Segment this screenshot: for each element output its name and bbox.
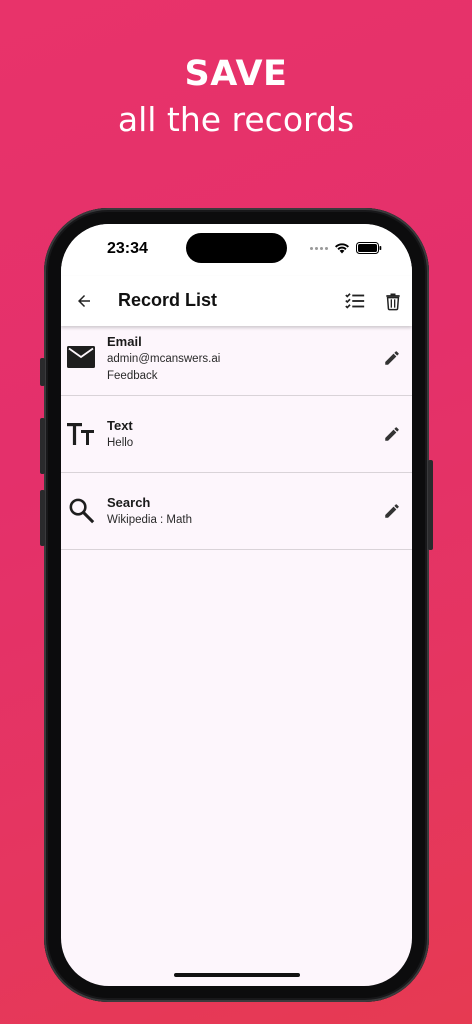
list-item[interactable]: Email admin@mcanswers.ai Feedback [61, 326, 412, 396]
hero-title: SAVE [184, 54, 288, 94]
pencil-icon [385, 351, 399, 365]
list-item[interactable]: Search Wikipedia : Math [61, 473, 412, 550]
phone-volume-down [40, 490, 45, 546]
phone-mute-switch [40, 358, 45, 386]
envelope-icon [66, 342, 96, 372]
pencil-icon [385, 504, 399, 518]
record-list: Email admin@mcanswers.ai Feedback Text H… [61, 326, 412, 550]
app-bar: Record List [61, 276, 412, 326]
text-fields-icon [66, 419, 96, 449]
hero-subtitle: all the records [117, 100, 355, 139]
record-detail: admin@mcanswers.ai [107, 353, 221, 365]
record-title: Email [107, 334, 142, 349]
signal-dots-icon [310, 246, 328, 250]
pencil-icon [385, 427, 399, 441]
home-indicator[interactable] [174, 973, 300, 977]
phone-power-button [428, 460, 433, 550]
record-text: Search Wikipedia : Math [107, 494, 192, 529]
phone-volume-up [40, 418, 45, 474]
record-text: Text Hello [107, 417, 133, 452]
edit-button[interactable] [380, 346, 404, 370]
phone-frame: 23:34 Record List Email admin@mcanswers.… [40, 208, 433, 1002]
edit-button[interactable] [380, 499, 404, 523]
list-item[interactable]: Text Hello [61, 396, 412, 473]
status-icons [310, 242, 382, 254]
phone-screen: 23:34 Record List Email admin@mcanswers.… [61, 224, 412, 986]
record-detail: Wikipedia : Math [107, 514, 193, 526]
arrow-left-icon [78, 295, 90, 307]
status-time: 23:34 [107, 240, 148, 257]
select-all-button[interactable] [342, 288, 368, 314]
page-title: Record List [118, 290, 218, 310]
search-icon [66, 495, 96, 525]
record-detail: Hello [107, 437, 134, 449]
record-title: Search [107, 495, 151, 510]
trash-icon [386, 293, 400, 311]
dynamic-island [186, 233, 287, 263]
checklist-icon [345, 293, 365, 309]
delete-button[interactable] [380, 288, 406, 314]
hero-banner: SAVE all the records [0, 52, 472, 142]
record-detail: Feedback [107, 370, 158, 382]
back-button[interactable] [71, 288, 97, 314]
record-title: Text [107, 418, 133, 433]
wifi-icon [335, 243, 349, 254]
battery-icon [356, 242, 382, 254]
status-bar: 23:34 [61, 224, 412, 276]
edit-button[interactable] [380, 422, 404, 446]
record-text: Email admin@mcanswers.ai Feedback [107, 333, 220, 385]
